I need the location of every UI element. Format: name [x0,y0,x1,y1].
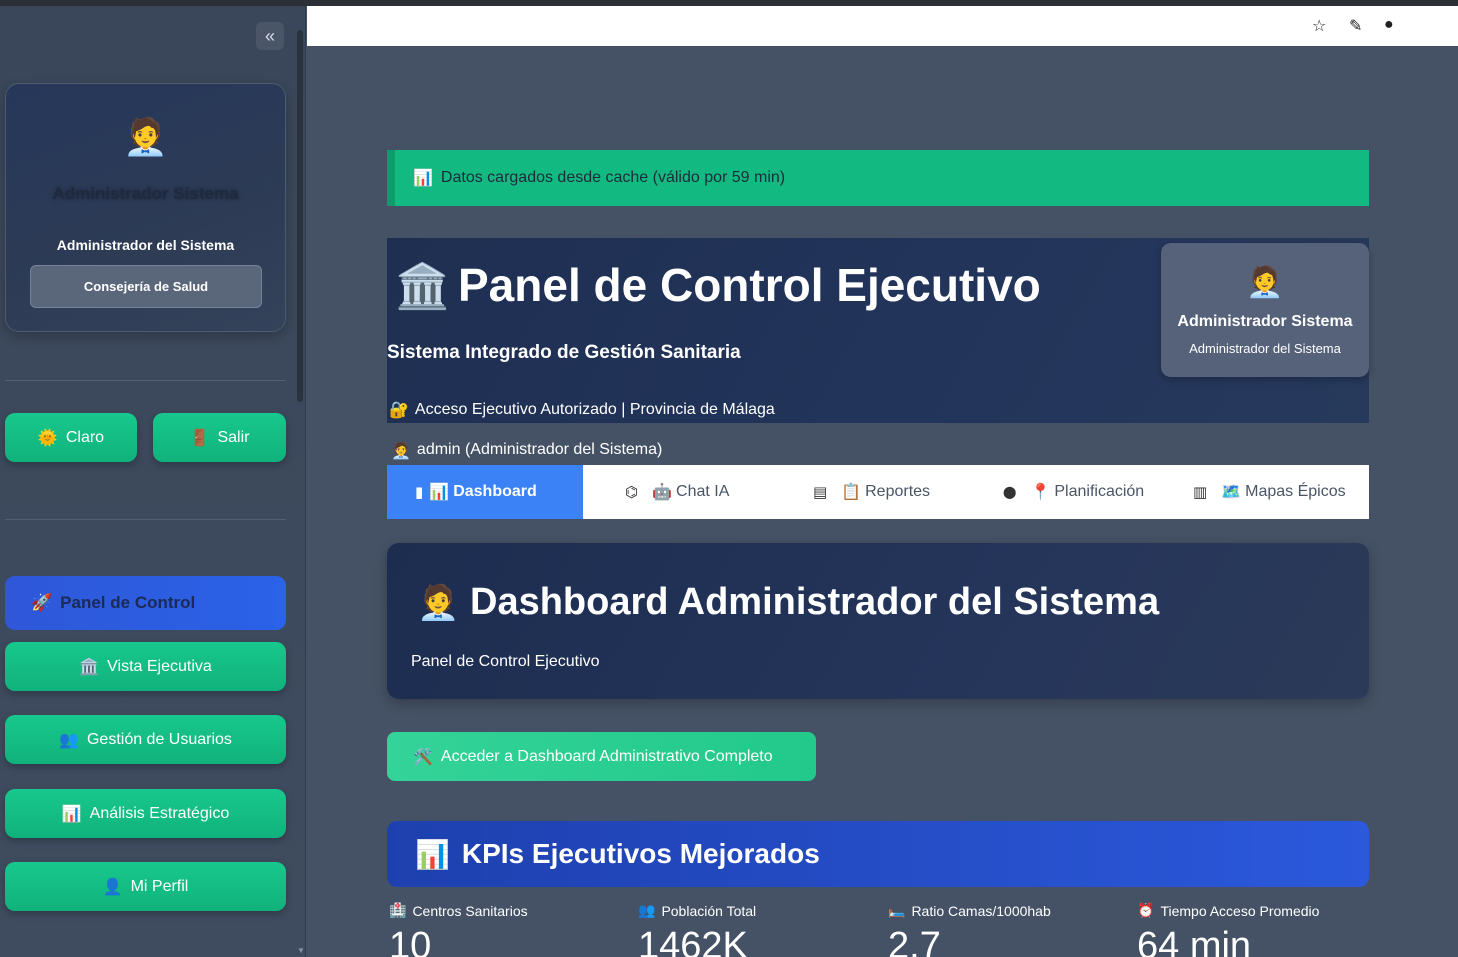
user-icon: 🧑‍💼 [391,443,411,460]
robot-emoji-icon: 🤖 [652,484,673,501]
logged-user: 🧑‍💼 admin (Administrador del Sistema) [391,441,662,461]
logout-button[interactable]: 🚪 Salir [153,413,286,462]
profile-card: 🧑‍💼 Administrador Sistema Administrador … [5,83,286,332]
tab-planificacion[interactable]: ⬤ 📍 Planificación [959,465,1149,519]
tab-label: Chat IA [676,483,730,500]
kpi-value: 2.7 [888,925,941,957]
tab-chat-ia[interactable]: ⌬ 🤖 Chat IA [583,465,775,519]
page-title: Panel de Control Ejecutivo [458,259,1041,311]
rocket-icon: 🚀 [31,593,53,612]
logout-label: Salir [217,428,250,446]
user-card-name: Administrador Sistema [1177,313,1353,330]
kpi-value: 10 [389,925,432,957]
building-icon: 🏛️ [79,658,100,676]
sidebar-item-gestion-usuarios[interactable]: 👥 Gestión de Usuarios [5,715,286,764]
sun-icon: 🌞 [37,429,58,447]
edit-icon[interactable]: ✎ [1349,16,1362,36]
sidebar-item-mi-perfil[interactable]: 👤 Mi Perfil [5,862,286,911]
kpi-label: Tiempo Acceso Promedio [1160,902,1320,919]
sidebar-item-vista-ejecutiva[interactable]: 🏛️ Vista Ejecutiva [5,642,286,691]
tab-mapas-epicos[interactable]: ▥ 🗺️ Mapas Épicos [1149,465,1369,519]
profile-name: Administrador Sistema [52,184,239,203]
tab-reportes[interactable]: ▤ 📋 Reportes [775,465,959,519]
alert-text: Datos cargados desde cache (válido por 5… [440,169,786,186]
avatar: 🧑‍💼 [123,116,168,157]
bar-chart-icon: ▮ [415,484,424,501]
app-header: ☆ ✎ ● [307,6,1458,46]
collapse-sidebar-button[interactable]: « [256,22,284,50]
tab-label: Dashboard [453,483,537,500]
kpi-label: Centros Sanitarios [412,902,528,919]
clipboard-icon: 📋 [841,484,862,501]
sidebar-item-label: Mi Perfil [130,877,189,895]
chart-icon: 📊 [413,170,433,187]
sidebar-item-label: Panel de Control [60,593,196,612]
divider [5,380,286,381]
chart-icon: 📊 [429,484,450,501]
chart-icon: 📊 [61,805,82,823]
kpi-ratio-camas: 🛏️ Ratio Camas/1000hab 2.7 [888,902,1128,957]
dashboard-header-card: 🧑‍💼 Dashboard Administrador del Sistema … [387,543,1369,699]
hospital-icon: 🏥 [389,902,407,918]
profile-role: Administrador del Sistema [56,237,235,253]
theme-toggle-button[interactable]: 🌞 Claro [5,413,137,462]
clock-icon: ⏰ [1137,902,1155,918]
kpi-centros: 🏥 Centros Sanitarios 10 [389,902,629,957]
sidebar-scrollbar[interactable] [297,30,303,402]
sidebar-item-analisis-estrategico[interactable]: 📊 Análisis Estratégico [5,789,286,838]
kpi-section-header: 📊 KPIs Ejecutivos Mejorados [387,821,1369,887]
kpi-tiempo-acceso: ⏰ Tiempo Acceso Promedio 64 min [1137,902,1377,957]
logged-user-text: admin (Administrador del Sistema) [416,441,663,458]
user-card: 🧑‍💼 Administrador Sistema Administrador … [1161,243,1369,377]
dashboard-title: Dashboard Administrador del Sistema [470,581,1160,623]
kpi-label: Ratio Camas/1000hab [911,902,1051,919]
bed-icon: 🛏️ [888,902,906,918]
tools-icon: 🛠️ [413,748,433,766]
kpi-value: 1462K [638,925,748,957]
scroll-down-arrow-icon[interactable]: ▼ [297,946,305,955]
robot-icon: ⌬ [625,484,639,501]
star-icon[interactable]: ☆ [1312,16,1326,36]
tab-label: Reportes [865,483,931,500]
lock-icon: 🔐 [389,402,409,419]
kpi-label: Población Total [661,902,757,919]
document-icon: ▤ [813,484,828,501]
avatar: 🧑‍💼 [1246,266,1284,299]
user-card-role: Administrador del Sistema [1189,341,1341,356]
sidebar-item-label: Gestión de Usuarios [86,730,232,748]
tab-label: Mapas Épicos [1245,483,1346,500]
door-icon: 🚪 [189,429,210,447]
sidebar-item-label: Análisis Estratégico [89,804,230,822]
building-icon: 🏛️ [395,262,450,311]
tab-dashboard[interactable]: ▮ 📊 Dashboard [387,465,583,519]
tab-label: Planificación [1054,483,1145,500]
dashboard-subtitle: Panel de Control Ejecutivo [411,653,600,670]
organization-badge: Consejería de Salud [30,265,262,308]
user-icon: 🧑‍💼 [417,584,460,622]
people-icon: 👥 [638,902,656,918]
world-map-icon: 🗺️ [1221,484,1242,501]
sidebar-item-panel-de-control[interactable]: 🚀 Panel de Control [5,576,286,630]
theme-toggle-label: Claro [65,428,105,446]
tab-bar: ▮ 📊 Dashboard ⌬ 🤖 Chat IA ▤ 📋 Reportes ⬤… [387,465,1369,519]
map-pin-icon: ⬤ [1003,485,1017,499]
users-icon: 👥 [59,731,79,749]
github-icon[interactable]: ● [1384,16,1394,34]
kpi-section-title: KPIs Ejecutivos Mejorados [461,838,820,869]
pin-icon: 📍 [1030,484,1051,501]
user-icon: 👤 [102,878,123,896]
button-label: Acceder a Dashboard Administrativo Compl… [440,747,773,765]
cache-alert: 📊 Datos cargados desde cache (válido por… [387,150,1369,206]
sidebar-item-label: Vista Ejecutiva [107,657,212,675]
kpi-value: 64 min [1137,925,1252,957]
open-admin-dashboard-button[interactable]: 🛠️ Acceder a Dashboard Administrativo Co… [387,732,816,781]
sidebar: « 🧑‍💼 Administrador Sistema Administrado… [0,6,306,957]
page-subtitle: Sistema Integrado de Gestión Sanitaria [387,342,741,363]
access-info: 🔐 Acceso Ejecutivo Autorizado | Provinci… [389,400,775,420]
divider [5,519,286,520]
access-text: Acceso Ejecutivo Autorizado | Provincia … [414,401,775,418]
kpi-poblacion: 👥 Población Total 1462K [638,902,878,957]
chart-icon: 📊 [415,838,450,870]
map-icon: ▥ [1193,484,1208,501]
